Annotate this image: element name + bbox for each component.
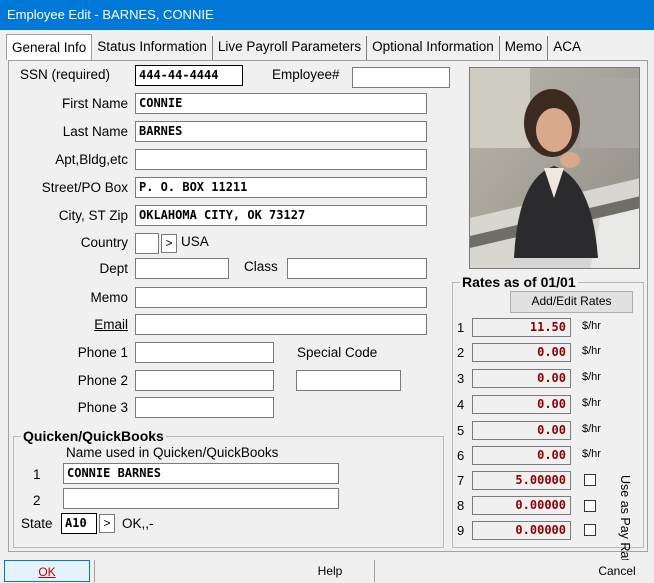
state-code-field[interactable]: A10 [61,513,97,534]
city-field[interactable]: OKLAHOMA CITY, OK 73127 [135,205,427,226]
quickbooks-subtitle: Name used in Quicken/QuickBooks [66,445,279,460]
rate-1-field[interactable]: 11.50 [472,318,571,337]
apt-field[interactable] [135,149,427,170]
window-title: Employee Edit - BARNES, CONNIE [0,0,654,30]
employee-photo-image [470,68,639,268]
tab-status-information[interactable]: Status Information [92,36,213,60]
rate-6-num: 6 [457,448,465,463]
employee-num-field[interactable] [352,67,450,88]
memo-label: Memo [90,290,128,305]
phone3-label: Phone 3 [77,400,128,415]
rate-8-field[interactable]: 0.00000 [472,496,571,515]
add-edit-rates-button[interactable]: Add/Edit Rates [510,291,633,313]
button-separator [374,560,375,582]
rate-2-num: 2 [457,345,465,360]
country-lookup-button[interactable]: > [161,234,177,253]
state-desc: OK,,- [122,516,154,531]
qb-row1-num: 1 [33,467,41,482]
rate-9-field[interactable]: 0.00000 [472,521,571,540]
email-field[interactable] [135,314,427,335]
rate-3-field[interactable]: 0.00 [472,369,571,388]
last-name-field[interactable]: BARNES [135,121,427,142]
rate-4-num: 4 [457,397,465,412]
rate-5-num: 5 [457,423,465,438]
country-label: Country [80,235,128,250]
phone2-label: Phone 2 [77,373,128,388]
ok-button[interactable]: OK [4,560,90,582]
employee-num-label: Employee# [272,67,340,82]
street-label: Street/PO Box [41,180,128,195]
rate-1-num: 1 [457,320,465,335]
phone3-field[interactable] [135,397,274,418]
button-separator [94,560,95,582]
tab-live-payroll-parameters[interactable]: Live Payroll Parameters [213,36,368,60]
phone2-field[interactable] [135,370,274,391]
dept-label: Dept [99,261,128,276]
last-name-label: Last Name [62,124,128,139]
tab-aca[interactable]: ACA [548,36,586,60]
apt-label: Apt,Bldg,etc [55,152,128,167]
tab-optional-information[interactable]: Optional Information [367,36,500,60]
rate-3-unit: $/hr [582,371,601,383]
rate-2-field[interactable]: 0.00 [472,343,571,362]
rate-4-field[interactable]: 0.00 [472,395,571,414]
tab-general-info[interactable]: General Info [6,34,93,60]
rate-6-unit: $/hr [582,448,601,460]
ssn-field[interactable]: 444-44-4444 [135,65,243,86]
country-code-field[interactable] [135,233,159,254]
phone1-field[interactable] [135,342,274,363]
rates-title: Rates as of 01/01 [460,274,578,290]
class-field[interactable] [287,258,427,279]
tab-bar: General Info Status Information Live Pay… [6,34,648,60]
country-name: USA [181,234,209,249]
use-as-pay-rate-label: Use as Pay Rate [618,475,632,569]
tab-memo[interactable]: Memo [500,36,549,60]
rate-4-unit: $/hr [582,397,601,409]
rate-7-field[interactable]: 5.00000 [472,471,571,490]
ok-button-label: OK [38,565,56,579]
special-code-field[interactable] [296,370,401,391]
qb-row2-num: 2 [33,493,41,508]
qb-name2-field[interactable] [63,488,339,509]
rate-7-num: 7 [457,473,465,488]
rate-6-field[interactable]: 0.00 [472,446,571,465]
first-name-field[interactable]: CONNIE [135,93,427,114]
state-lookup-button[interactable]: > [99,514,115,533]
rate-3-num: 3 [457,371,465,386]
street-field[interactable]: P. O. BOX 11211 [135,177,427,198]
quickbooks-title: Quicken/QuickBooks [21,428,166,444]
dept-field[interactable] [135,258,229,279]
ssn-label: SSN (required) [20,67,111,82]
first-name-label: First Name [61,96,128,111]
rate-8-num: 8 [457,498,465,513]
qb-name1-field[interactable]: CONNIE BARNES [63,463,339,484]
pay-rate-9-checkbox[interactable] [584,524,596,536]
rate-5-unit: $/hr [582,423,601,435]
city-label: City, ST Zip [58,208,128,223]
state-label: State [21,516,53,531]
rate-5-field[interactable]: 0.00 [472,421,571,440]
rate-1-unit: $/hr [582,320,601,332]
email-label[interactable]: Email [20,317,128,332]
cancel-button[interactable]: Cancel [580,560,654,582]
special-code-label: Special Code [297,345,378,360]
rate-9-num: 9 [457,523,465,538]
memo-field[interactable] [135,287,427,308]
class-label: Class [244,259,278,274]
pay-rate-8-checkbox[interactable] [584,500,596,512]
rate-2-unit: $/hr [582,345,601,357]
help-button[interactable]: Help [290,560,370,582]
pay-rate-7-checkbox[interactable] [584,474,596,486]
phone1-label: Phone 1 [77,345,128,360]
employee-photo [469,67,640,269]
